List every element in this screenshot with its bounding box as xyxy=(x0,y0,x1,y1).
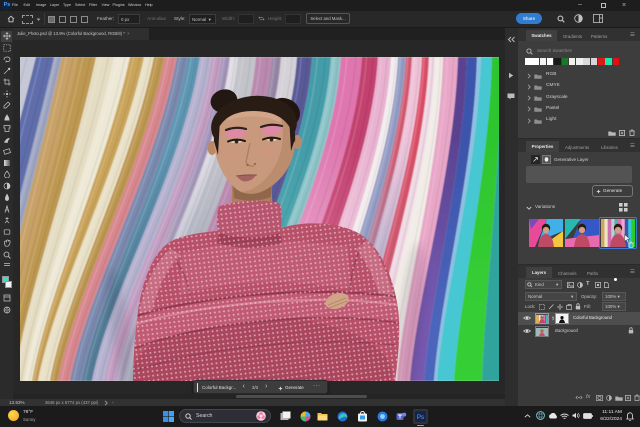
svg-text:Ps: Ps xyxy=(417,415,424,421)
